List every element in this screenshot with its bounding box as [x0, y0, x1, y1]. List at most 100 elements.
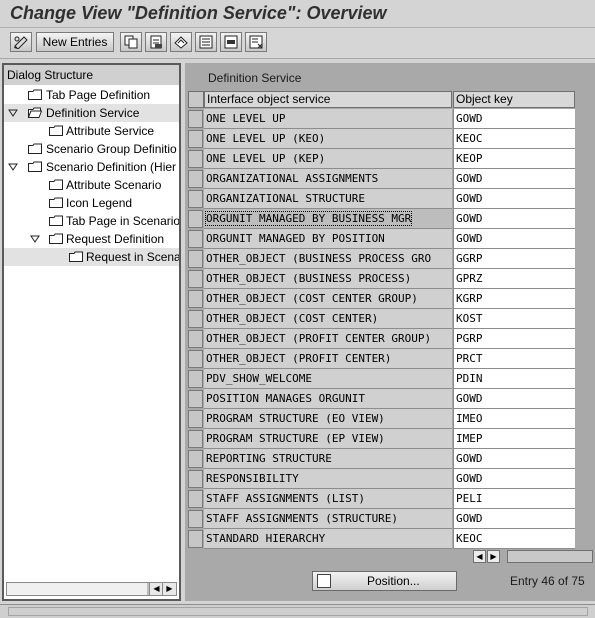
object-key-cell[interactable]: PRCT	[453, 349, 575, 369]
object-key-cell[interactable]: PELI	[453, 489, 575, 509]
folder-icon	[69, 251, 83, 262]
collapse-icon[interactable]	[8, 162, 18, 172]
row-selector[interactable]	[188, 390, 203, 408]
object-key-cell[interactable]: GOWD	[453, 509, 575, 529]
undo-change-icon[interactable]	[170, 32, 192, 52]
object-key-cell[interactable]: GOWD	[453, 469, 575, 489]
object-key-cell[interactable]: KOST	[453, 309, 575, 329]
table-row: ORGANIZATIONAL STRUCTURE GOWD	[187, 189, 595, 209]
row-selector[interactable]	[188, 410, 203, 428]
row-selector[interactable]	[188, 450, 203, 468]
title-divider	[0, 27, 595, 28]
row-selector[interactable]	[188, 530, 203, 548]
row-selector[interactable]	[188, 210, 203, 228]
folder-icon	[28, 143, 42, 154]
row-selector[interactable]	[188, 250, 203, 268]
object-key-cell[interactable]: GPRZ	[453, 269, 575, 289]
service-cell: OTHER_OBJECT (COST CENTER GROUP)	[204, 289, 452, 309]
vertical-scrollbar-area[interactable]	[577, 90, 595, 565]
object-key-cell[interactable]: KEOC	[453, 529, 575, 549]
column-header-object-key[interactable]: Object key	[453, 91, 575, 108]
scroll-left-icon[interactable]: ◀	[149, 583, 163, 595]
select-block-icon[interactable]	[220, 32, 242, 52]
row-selector[interactable]	[188, 110, 203, 128]
object-key-cell[interactable]: IMEP	[453, 429, 575, 449]
service-cell: ONE LEVEL UP	[204, 109, 452, 129]
delete-icon[interactable]	[145, 32, 167, 52]
row-selector[interactable]	[188, 490, 203, 508]
row-selector[interactable]	[188, 330, 203, 348]
object-key-cell[interactable]: IMEO	[453, 409, 575, 429]
definition-service-panel: Definition Service Interface object serv…	[185, 63, 595, 601]
row-selector[interactable]	[188, 170, 203, 188]
column-header-service[interactable]: Interface object service	[204, 91, 452, 108]
service-cell: PROGRAM STRUCTURE (EP VIEW)	[204, 429, 452, 449]
tree-item-request-definition[interactable]: Request Definition	[4, 230, 179, 248]
service-cell: STAFF ASSIGNMENTS (LIST)	[204, 489, 452, 509]
object-key-cell[interactable]: PDIN	[453, 369, 575, 389]
tree-item-scenario-definition[interactable]: Scenario Definition (Hier	[4, 158, 179, 176]
scroll-right-icon[interactable]: ▶	[162, 583, 176, 595]
tree-item-icon-legend[interactable]: Icon Legend	[4, 194, 179, 212]
scrollbar-track[interactable]	[507, 550, 593, 563]
tree-item-tab-page-in-scenario[interactable]: Tab Page in Scenario	[4, 212, 179, 230]
object-key-cell[interactable]: GOWD	[453, 189, 575, 209]
row-selector[interactable]	[188, 350, 203, 368]
row-selector[interactable]	[188, 290, 203, 308]
select-all-cell[interactable]	[188, 91, 204, 108]
object-key-cell[interactable]: KEOP	[453, 149, 575, 169]
tree-item-scenario-group-definition[interactable]: Scenario Group Definitio	[4, 140, 179, 158]
tree-item-definition-service[interactable]: Definition Service	[4, 104, 179, 122]
object-key-cell[interactable]: KEOC	[453, 129, 575, 149]
service-cell: PROGRAM STRUCTURE (EO VIEW)	[204, 409, 452, 429]
row-selector[interactable]	[188, 470, 203, 488]
object-key-cell[interactable]: GGRP	[453, 249, 575, 269]
position-button[interactable]: Position...	[312, 571, 457, 591]
row-selector[interactable]	[188, 310, 203, 328]
object-key-cell[interactable]: GOWD	[453, 169, 575, 189]
select-all-icon[interactable]	[195, 32, 217, 52]
table-horizontal-scrollbar[interactable]: ◀ ▶	[202, 550, 593, 564]
row-selector[interactable]	[188, 150, 203, 168]
row-selector[interactable]	[188, 510, 203, 528]
row-selector[interactable]	[188, 230, 203, 248]
object-key-cell[interactable]: PGRP	[453, 329, 575, 349]
tree-item-attribute-service[interactable]: Attribute Service	[4, 122, 179, 140]
object-key-cell[interactable]: GOWD	[453, 109, 575, 129]
object-key-cell[interactable]: GOWD	[453, 229, 575, 249]
object-key-cell[interactable]: KGRP	[453, 289, 575, 309]
collapse-icon[interactable]	[8, 108, 18, 118]
new-entries-button[interactable]: New Entries	[36, 32, 114, 52]
row-selector[interactable]	[188, 130, 203, 148]
object-key-cell[interactable]: GOWD	[453, 449, 575, 469]
table-row: POSITION MANAGES ORGUNIT GOWD	[187, 389, 595, 409]
table-row: REPORTING STRUCTURE GOWD	[187, 449, 595, 469]
table-row: STAFF ASSIGNMENTS (STRUCTURE) GOWD	[187, 509, 595, 529]
scrollbar-thumb[interactable]	[7, 583, 147, 595]
tree-item-request-in-scenario[interactable]: Request in Scena	[4, 248, 179, 266]
scroll-left-icon[interactable]: ◀	[473, 550, 486, 563]
row-selector[interactable]	[188, 270, 203, 288]
dialog-horizontal-scrollbar[interactable]: ◀ ▶	[6, 582, 177, 596]
deselect-all-icon[interactable]	[245, 32, 267, 52]
service-cell: OTHER_OBJECT (PROFIT CENTER)	[204, 349, 452, 369]
table-row: PDV_SHOW_WELCOME PDIN	[187, 369, 595, 389]
status-segment	[8, 607, 588, 616]
display-change-icon[interactable]	[10, 32, 32, 52]
tree-item-label: Request Definition	[66, 232, 165, 246]
row-selector[interactable]	[188, 370, 203, 388]
service-table: Interface object service Object key ONE …	[187, 90, 595, 565]
object-key-cell[interactable]: GOWD	[453, 389, 575, 409]
table-row: STANDARD HIERARCHY KEOC	[187, 529, 595, 549]
collapse-icon[interactable]	[30, 234, 40, 244]
row-selector[interactable]	[188, 190, 203, 208]
service-cell: ORGUNIT MANAGED BY POSITION	[204, 229, 452, 249]
table-row: OTHER_OBJECT (PROFIT CENTER GROUP) PGRP	[187, 329, 595, 349]
tree-item-attribute-scenario[interactable]: Attribute Scenario	[4, 176, 179, 194]
object-key-cell[interactable]: GOWD	[453, 209, 575, 229]
copy-as-icon[interactable]	[120, 32, 142, 52]
table-row: ORGANIZATIONAL ASSIGNMENTS GOWD	[187, 169, 595, 189]
tree-item-tab-page-definition[interactable]: Tab Page Definition	[4, 86, 179, 104]
row-selector[interactable]	[188, 430, 203, 448]
scroll-right-icon[interactable]: ▶	[487, 550, 500, 563]
